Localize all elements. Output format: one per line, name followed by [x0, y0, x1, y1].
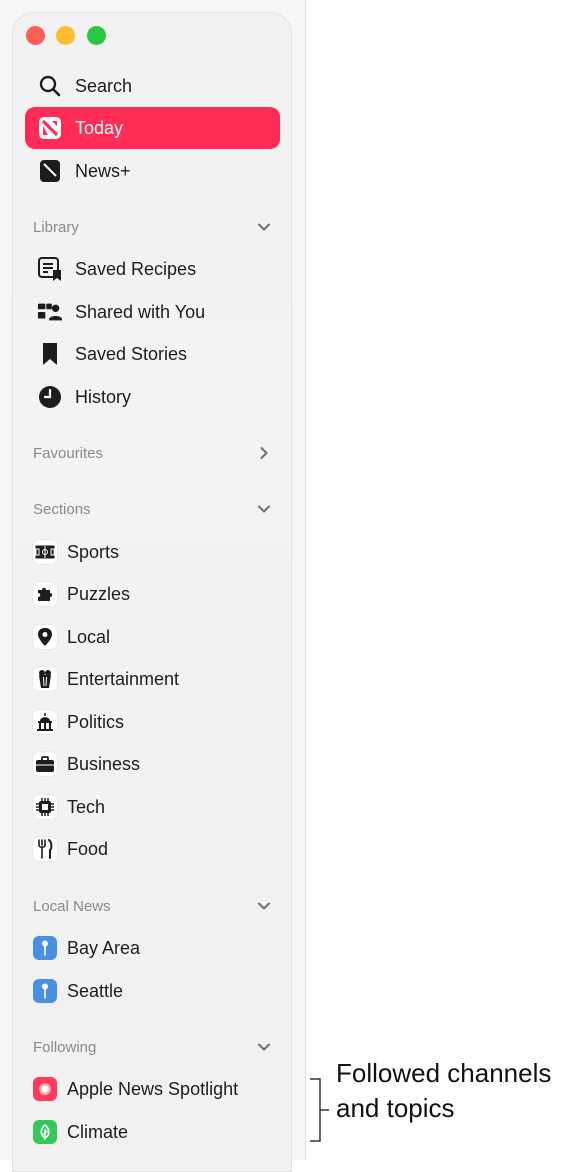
location-pin-icon [33, 625, 57, 649]
shared-with-you-icon [37, 299, 63, 325]
sidebar-item-search[interactable]: Search [25, 65, 280, 107]
chevron-down-icon[interactable] [256, 219, 272, 235]
sidebar-item-label: Local [67, 626, 111, 647]
sidebar-item-label: Shared with You [75, 301, 206, 322]
sidebar-item-apple-news-spotlight[interactable]: Apple News Spotlight [25, 1070, 280, 1108]
sidebar-item-label: History [75, 386, 132, 407]
sidebar-item-label: Apple News Spotlight [67, 1078, 239, 1099]
sidebar-item-food[interactable]: Food [25, 830, 280, 868]
chevron-down-icon[interactable] [256, 1039, 272, 1055]
sidebar-item-label: Search [75, 75, 133, 96]
sidebar-item-shared-with-you[interactable]: Shared with You [25, 291, 280, 333]
callout-bracket [310, 1078, 329, 1142]
chevron-down-icon[interactable] [256, 501, 272, 517]
sidebar-item-label: Bay Area [67, 937, 141, 958]
sidebar-item-sports[interactable]: Sports [25, 533, 280, 571]
sidebar-item-local[interactable]: Local [25, 618, 280, 656]
sidebar-item-label: News+ [75, 160, 131, 181]
sidebar-item-label: Tech [67, 796, 106, 817]
news-icon [37, 115, 63, 141]
callout-line-2: and topics [336, 1093, 455, 1123]
briefcase-icon [33, 752, 57, 776]
section-title: Sections [33, 500, 91, 518]
sidebar-item-news-plus[interactable]: News+ [25, 150, 280, 192]
sidebar-item-saved-recipes[interactable]: Saved Recipes [25, 248, 280, 290]
callout-text: Followed channels and topics [336, 1056, 551, 1126]
section-header-local-news[interactable]: Local News [25, 891, 280, 921]
sidebar-item-label: Entertainment [67, 668, 180, 689]
chip-icon [33, 795, 57, 819]
popcorn-icon [33, 667, 57, 691]
sidebar-item-politics[interactable]: Politics [25, 703, 280, 741]
sidebar-item-label: Saved Stories [75, 343, 188, 364]
section-title: Following [33, 1038, 97, 1056]
section-title: Library [33, 218, 79, 236]
sidebar-item-label: Today [75, 117, 124, 138]
news-plus-icon [37, 158, 63, 184]
fork-knife-icon [33, 837, 57, 861]
sidebar-item-history[interactable]: History [25, 376, 280, 418]
sidebar-item-today[interactable]: Today [25, 107, 280, 149]
sidebar-item-tech[interactable]: Tech [25, 788, 280, 826]
clock-icon [37, 384, 63, 410]
sidebar-item-entertainment[interactable]: Entertainment [25, 660, 280, 698]
sidebar-item-label: Politics [67, 711, 125, 732]
sidebar-item-saved-stories[interactable]: Saved Stories [25, 333, 280, 375]
bookmark-icon [37, 341, 63, 367]
callout-line-1: Followed channels [336, 1058, 552, 1088]
chevron-right-icon[interactable] [256, 445, 272, 461]
sidebar-item-puzzles[interactable]: Puzzles [25, 575, 280, 613]
search-icon [37, 73, 63, 99]
chevron-down-icon[interactable] [256, 898, 272, 914]
sidebar-item-label: Food [67, 838, 109, 859]
sports-icon [33, 540, 57, 564]
minimize-window-button[interactable] [56, 26, 75, 45]
section-header-sections[interactable]: Sections [25, 494, 280, 524]
capitol-icon [33, 710, 57, 734]
sidebar-item-label: Puzzles [67, 583, 131, 604]
section-header-library[interactable]: Library [25, 212, 280, 242]
sidebar-item-climate[interactable]: Climate [25, 1113, 280, 1151]
pin-icon [33, 936, 57, 960]
puzzle-icon [33, 582, 57, 606]
sidebar-item-label: Seattle [67, 980, 124, 1001]
section-header-following[interactable]: Following [25, 1032, 280, 1062]
section-title: Favourites [33, 444, 104, 462]
sidebar-item-label: Climate [67, 1121, 129, 1142]
section-title: Local News [33, 897, 111, 915]
sidebar-item-label: Sports [67, 541, 120, 562]
close-window-button[interactable] [26, 26, 45, 45]
zoom-window-button[interactable] [87, 26, 106, 45]
sidebar-item-label: Saved Recipes [75, 258, 197, 279]
sidebar-item-seattle[interactable]: Seattle [25, 972, 280, 1010]
sidebar-item-bay-area[interactable]: Bay Area [25, 929, 280, 967]
leaf-icon [33, 1120, 57, 1144]
sidebar-item-business[interactable]: Business [25, 745, 280, 783]
sidebar-item-label: Business [67, 753, 141, 774]
saved-recipes-icon [37, 256, 63, 282]
pin-icon [33, 979, 57, 1003]
spotlight-icon [33, 1077, 57, 1101]
section-header-favourites[interactable]: Favourites [25, 438, 280, 468]
